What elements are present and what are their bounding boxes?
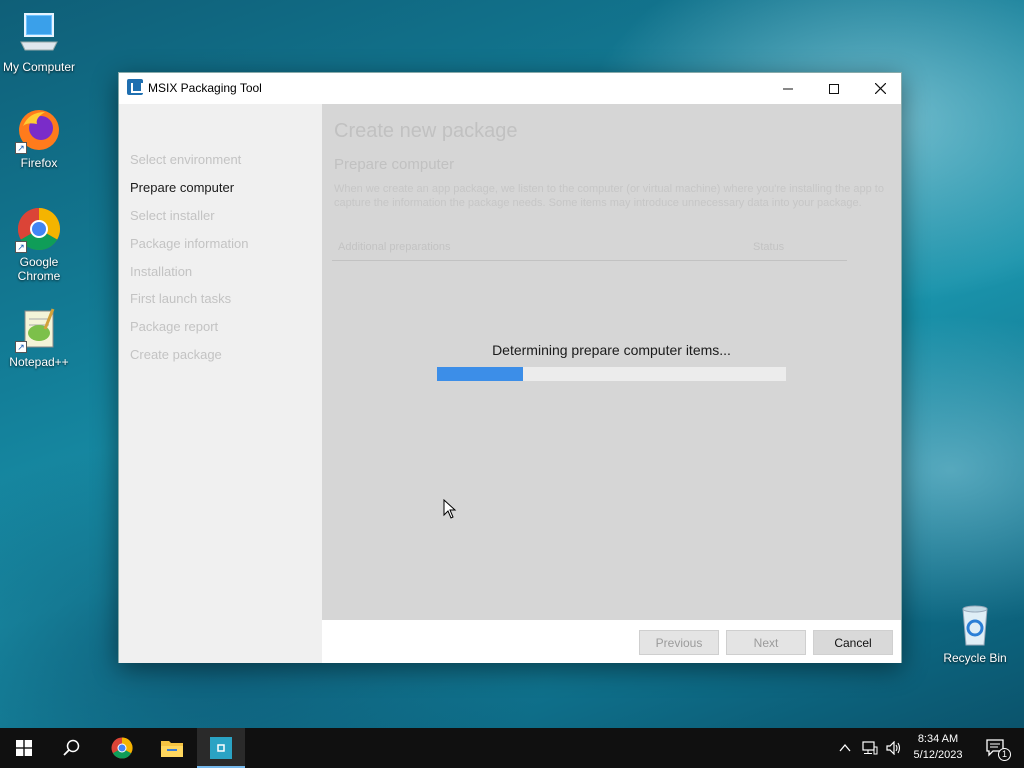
search-icon: [63, 739, 80, 756]
step-package-information: Package information: [130, 236, 249, 251]
wizard-steps-sidebar: Select environment Prepare computer Sele…: [119, 104, 322, 663]
desktop-icon-recycle-bin[interactable]: Recycle Bin: [936, 601, 1014, 665]
page-subtitle: Prepare computer: [334, 156, 455, 173]
firefox-icon: ↗: [15, 106, 63, 154]
clock-time: 8:34 AM: [917, 733, 959, 745]
taskbar-chrome[interactable]: [98, 728, 146, 768]
progress-bar-fill: [437, 367, 523, 381]
progress-bar: [437, 367, 786, 381]
system-tray: [838, 728, 902, 768]
close-button[interactable]: [857, 73, 903, 104]
maximize-icon: [829, 83, 839, 94]
cancel-button[interactable]: Cancel: [813, 630, 893, 655]
desktop-icon-google-chrome[interactable]: ↗ Google Chrome: [0, 205, 78, 283]
taskbar-search-button[interactable]: [48, 728, 96, 768]
desktop-icon-label: Google Chrome: [17, 255, 61, 283]
maximize-button[interactable]: [811, 73, 857, 104]
minimize-button[interactable]: [765, 73, 811, 104]
computer-icon: [15, 10, 63, 58]
page-description: When we create an app package, we listen…: [334, 183, 884, 209]
step-select-environment: Select environment: [130, 152, 242, 167]
chrome-icon: ↗: [15, 205, 63, 253]
desktop-icon-label: Firefox: [20, 156, 58, 170]
shortcut-arrow-icon: ↗: [15, 142, 27, 154]
recycle-bin-icon: [951, 601, 999, 649]
network-icon[interactable]: [862, 741, 878, 755]
msix-packaging-tool-icon: [210, 737, 232, 759]
taskbar-msix-packaging-tool[interactable]: [197, 728, 245, 768]
previous-button[interactable]: Previous: [639, 630, 719, 655]
volume-icon[interactable]: [886, 741, 902, 755]
desktop-icon-firefox[interactable]: ↗ Firefox: [0, 106, 78, 170]
start-button[interactable]: [0, 728, 48, 768]
close-icon: [874, 83, 886, 94]
shortcut-arrow-icon: ↗: [15, 341, 27, 353]
taskbar-clock[interactable]: 8:34 AM 5/12/2023: [903, 731, 973, 763]
shortcut-arrow-icon: ↗: [15, 241, 27, 253]
msix-app-icon: [127, 79, 143, 95]
wizard-footer: Previous Next Cancel: [322, 620, 901, 663]
preparations-table-header: Additional preparations Status: [332, 239, 847, 261]
window-title: MSIX Packaging Tool: [148, 81, 262, 95]
column-status: Status: [753, 241, 785, 253]
desktop-icon-label: Recycle Bin: [943, 651, 1007, 665]
chrome-icon: [111, 737, 133, 759]
notepadpp-icon: ↗: [15, 305, 63, 353]
step-create-package: Create package: [130, 347, 222, 362]
step-prepare-computer: Prepare computer: [130, 180, 235, 195]
step-installation: Installation: [130, 264, 193, 279]
desktop-icon-label: Notepad++: [9, 355, 69, 369]
taskbar: 8:34 AM 5/12/2023 1: [0, 728, 1024, 768]
desktop-icon-label: My Computer: [2, 60, 76, 74]
desktop-icon-notepadpp[interactable]: ↗ Notepad++: [0, 305, 78, 369]
file-explorer-icon: [161, 741, 183, 757]
column-additional-preparations: Additional preparations: [338, 241, 451, 253]
minimize-icon: [783, 88, 793, 89]
clock-date: 5/12/2023: [913, 749, 963, 761]
content-pane: Create new package Prepare computer When…: [322, 104, 901, 620]
step-package-report: Package report: [130, 319, 219, 334]
notification-count-badge: 1: [998, 748, 1011, 761]
action-center-button[interactable]: 1: [972, 728, 1020, 768]
chevron-up-icon[interactable]: [838, 741, 852, 755]
windows-start-icon: [16, 740, 32, 756]
step-first-launch-tasks: First launch tasks: [130, 291, 232, 306]
progress-message: Determining prepare computer items...: [492, 342, 731, 358]
title-bar[interactable]: MSIX Packaging Tool: [119, 73, 901, 104]
step-select-installer: Select installer: [130, 208, 215, 223]
next-button[interactable]: Next: [726, 630, 806, 655]
taskbar-file-explorer[interactable]: [148, 728, 196, 768]
page-title: Create new package: [334, 120, 518, 142]
msix-packaging-tool-window: MSIX Packaging Tool Select environment P…: [118, 72, 902, 663]
mouse-cursor-icon: [443, 499, 457, 519]
desktop-icon-my-computer[interactable]: My Computer: [0, 10, 78, 74]
